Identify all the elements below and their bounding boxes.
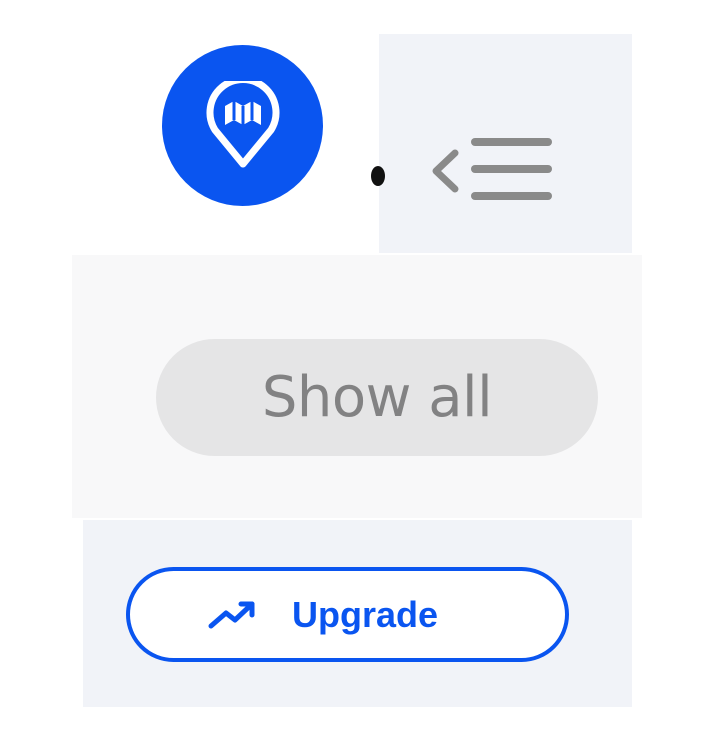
- sidebar-fragment: Show all Upgrade: [0, 0, 716, 735]
- collapse-menu-icon[interactable]: [428, 128, 558, 208]
- trending-up-icon: [208, 601, 255, 628]
- show-all-button[interactable]: Show all: [156, 339, 598, 456]
- dot-icon: [371, 166, 385, 186]
- show-all-label: Show all: [261, 365, 493, 430]
- upgrade-label: Upgrade: [292, 593, 439, 635]
- map-pin-icon: [206, 80, 279, 167]
- upgrade-button[interactable]: Upgrade: [126, 567, 569, 662]
- app-logo[interactable]: [162, 45, 323, 206]
